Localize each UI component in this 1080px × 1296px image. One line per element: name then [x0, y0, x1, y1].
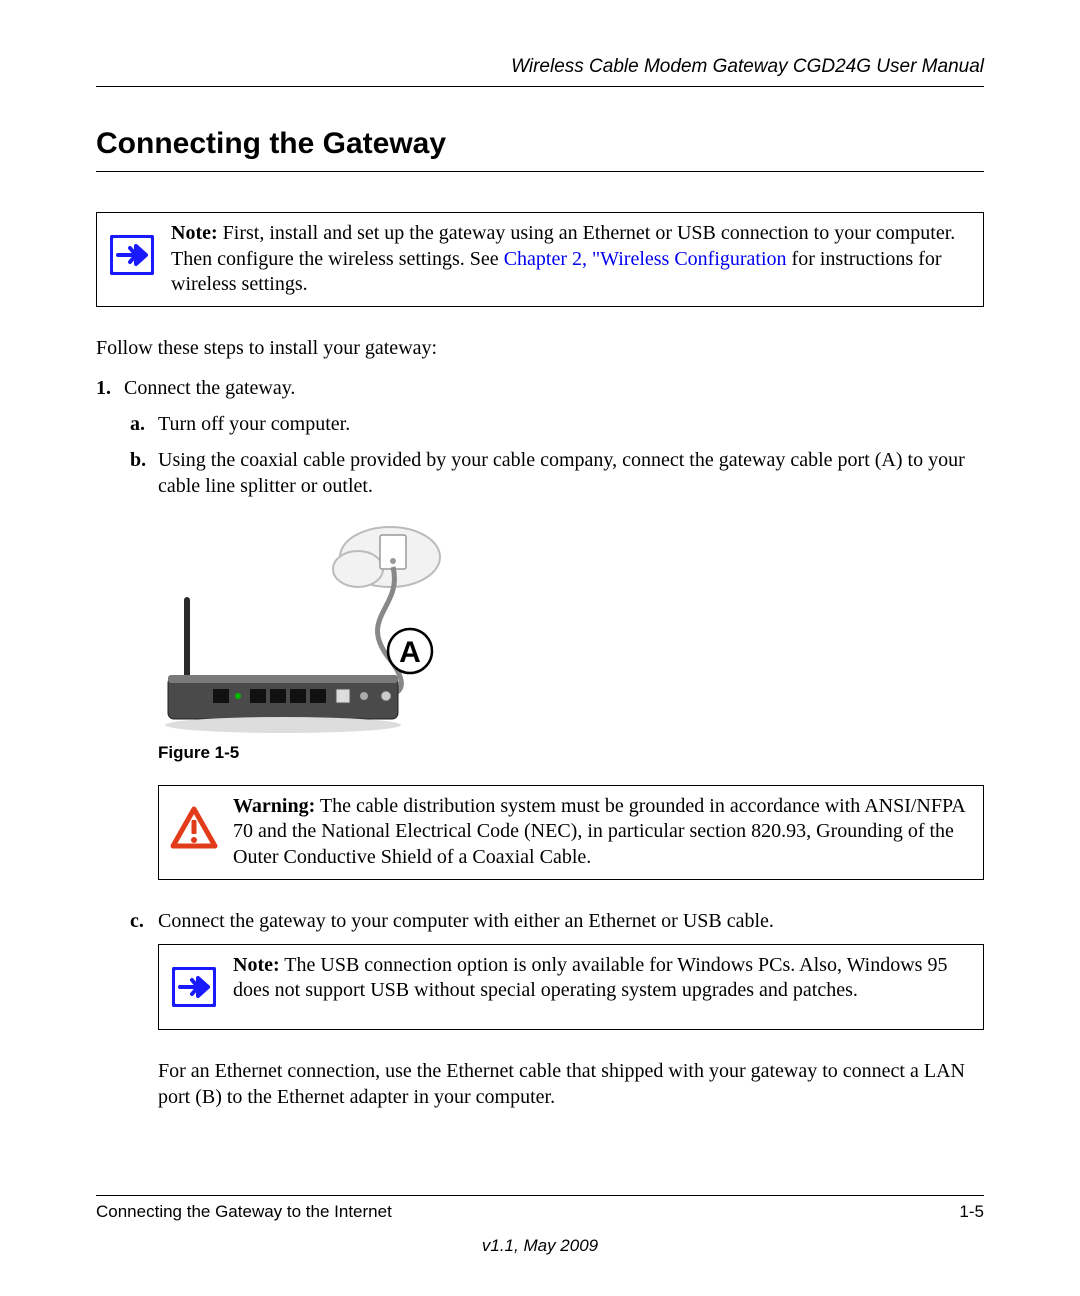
- substep-c: c. Connect the gateway to your computer …: [130, 908, 984, 934]
- note-arrow-icon: [103, 219, 161, 291]
- warning-box: Warning: The cable distribution system m…: [158, 785, 984, 880]
- substep-a-text: Turn off your computer.: [158, 411, 350, 437]
- step-1-text: Connect the gateway.: [124, 375, 295, 401]
- footer-chapter: Connecting the Gateway to the Internet: [96, 1202, 392, 1222]
- warning-text: Warning: The cable distribution system m…: [223, 792, 977, 873]
- warning-icon: [165, 792, 223, 864]
- substep-b: b. Using the coaxial cable provided by y…: [130, 447, 984, 499]
- substep-a-letter: a.: [130, 411, 158, 437]
- page-header: Wireless Cable Modem Gateway CGD24G User…: [96, 56, 984, 87]
- note-2-text: Note: The USB connection option is only …: [223, 951, 977, 1006]
- note-2-body: The USB connection option is only availa…: [233, 954, 947, 1002]
- note-1-text: Note: First, install and set up the gate…: [161, 219, 977, 300]
- substep-b-text: Using the coaxial cable provided by your…: [158, 447, 984, 499]
- note-1-link[interactable]: Chapter 2, "Wireless Configuration: [504, 248, 787, 270]
- warning-body: The cable distribution system must be gr…: [233, 795, 965, 868]
- note-arrow-icon-2: [165, 951, 223, 1023]
- step-1-number: 1.: [96, 375, 124, 401]
- substep-c-text: Connect the gateway to your computer wit…: [158, 908, 774, 934]
- substep-c-letter: c.: [130, 908, 158, 934]
- note-1-label: Note:: [171, 222, 218, 244]
- figure-router-diagram: A: [158, 517, 458, 737]
- step-1: 1. Connect the gateway.: [96, 375, 984, 401]
- footer-version: v1.1, May 2009: [96, 1236, 984, 1256]
- section-title: Connecting the Gateway: [96, 127, 984, 172]
- figure-caption: Figure 1-5: [158, 743, 984, 763]
- ethernet-paragraph: For an Ethernet connection, use the Ethe…: [158, 1058, 984, 1110]
- warning-label: Warning:: [233, 795, 315, 817]
- page-footer: Connecting the Gateway to the Internet 1…: [96, 1195, 984, 1256]
- substep-a: a. Turn off your computer.: [130, 411, 984, 437]
- note-box-1: Note: First, install and set up the gate…: [96, 212, 984, 307]
- footer-page-number: 1-5: [959, 1202, 984, 1222]
- note-box-2: Note: The USB connection option is only …: [158, 944, 984, 1030]
- figure-label-a: A: [399, 636, 421, 669]
- note-2-label: Note:: [233, 954, 280, 976]
- intro-paragraph: Follow these steps to install your gatew…: [96, 335, 984, 361]
- substep-b-letter: b.: [130, 447, 158, 499]
